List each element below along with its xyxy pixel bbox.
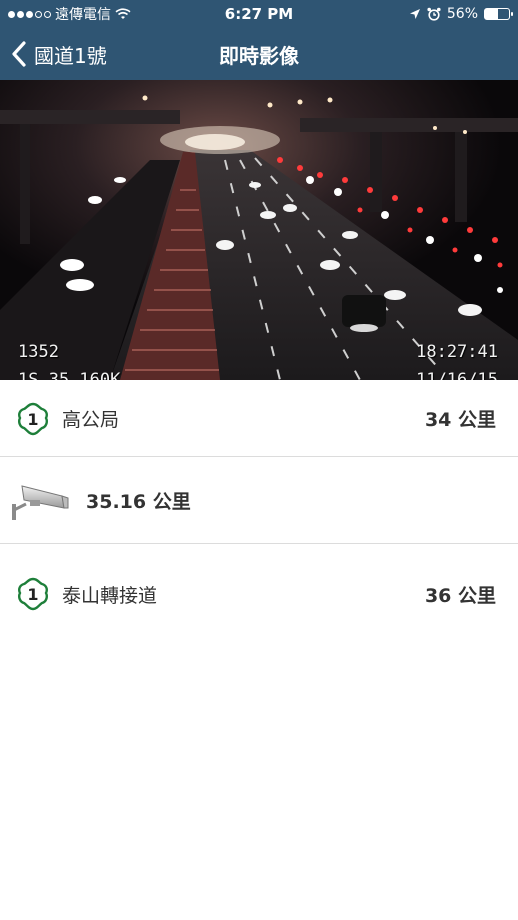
carrier-name: 遠傳電信 xyxy=(55,7,111,23)
camera-distance: 35.16 公里 xyxy=(86,490,191,513)
list-item-camera[interactable]: 35.16 公里 xyxy=(0,457,518,544)
live-camera-image: 1352 18:27:41 1S 35.160K 11/16/15 xyxy=(0,80,518,380)
back-button[interactable]: 國道1號 xyxy=(10,28,107,80)
signal-dots-icon xyxy=(8,10,51,18)
camera-overlay-id: 1352 xyxy=(18,342,59,362)
battery-level xyxy=(485,9,499,19)
camera-scene xyxy=(0,80,518,380)
list-item[interactable]: 1 高公局 34 公里 xyxy=(0,381,518,457)
list-item[interactable]: 1 泰山轉接道 36 公里 xyxy=(0,544,518,644)
camera-overlay-time: 18:27:41 xyxy=(416,342,498,362)
battery-icon xyxy=(484,8,513,20)
location-name: 泰山轉接道 xyxy=(62,584,158,607)
location-distance: 36 公里 xyxy=(424,584,496,607)
highway-1-shield-icon: 1 xyxy=(18,577,48,611)
status-time: 6:27 PM xyxy=(224,5,294,23)
shield-number: 1 xyxy=(27,410,38,429)
shield-number: 1 xyxy=(27,585,38,604)
location-name: 高公局 xyxy=(62,409,120,431)
highway-1-shield-icon: 1 xyxy=(18,402,48,435)
wifi-icon xyxy=(115,8,131,19)
cctv-camera-icon xyxy=(12,485,69,520)
status-bar: 遠傳電信 6:27 PM 56% xyxy=(0,0,518,28)
back-button-label: 國道1號 xyxy=(34,43,107,68)
camera-overlay-mileage: 1S 35.160K xyxy=(18,370,121,380)
status-left: 遠傳電信 xyxy=(8,4,178,24)
battery-percent: 56% xyxy=(446,6,478,22)
navigation-bar: 國道1號 即時影像 xyxy=(0,28,518,80)
chevron-left-icon xyxy=(12,41,26,67)
location-arrow-icon xyxy=(409,9,420,19)
status-right: 56% xyxy=(340,6,513,22)
camera-overlay-date: 11/16/15 xyxy=(416,370,498,380)
location-distance: 34 公里 xyxy=(424,409,496,431)
alarm-clock-icon xyxy=(427,7,441,21)
